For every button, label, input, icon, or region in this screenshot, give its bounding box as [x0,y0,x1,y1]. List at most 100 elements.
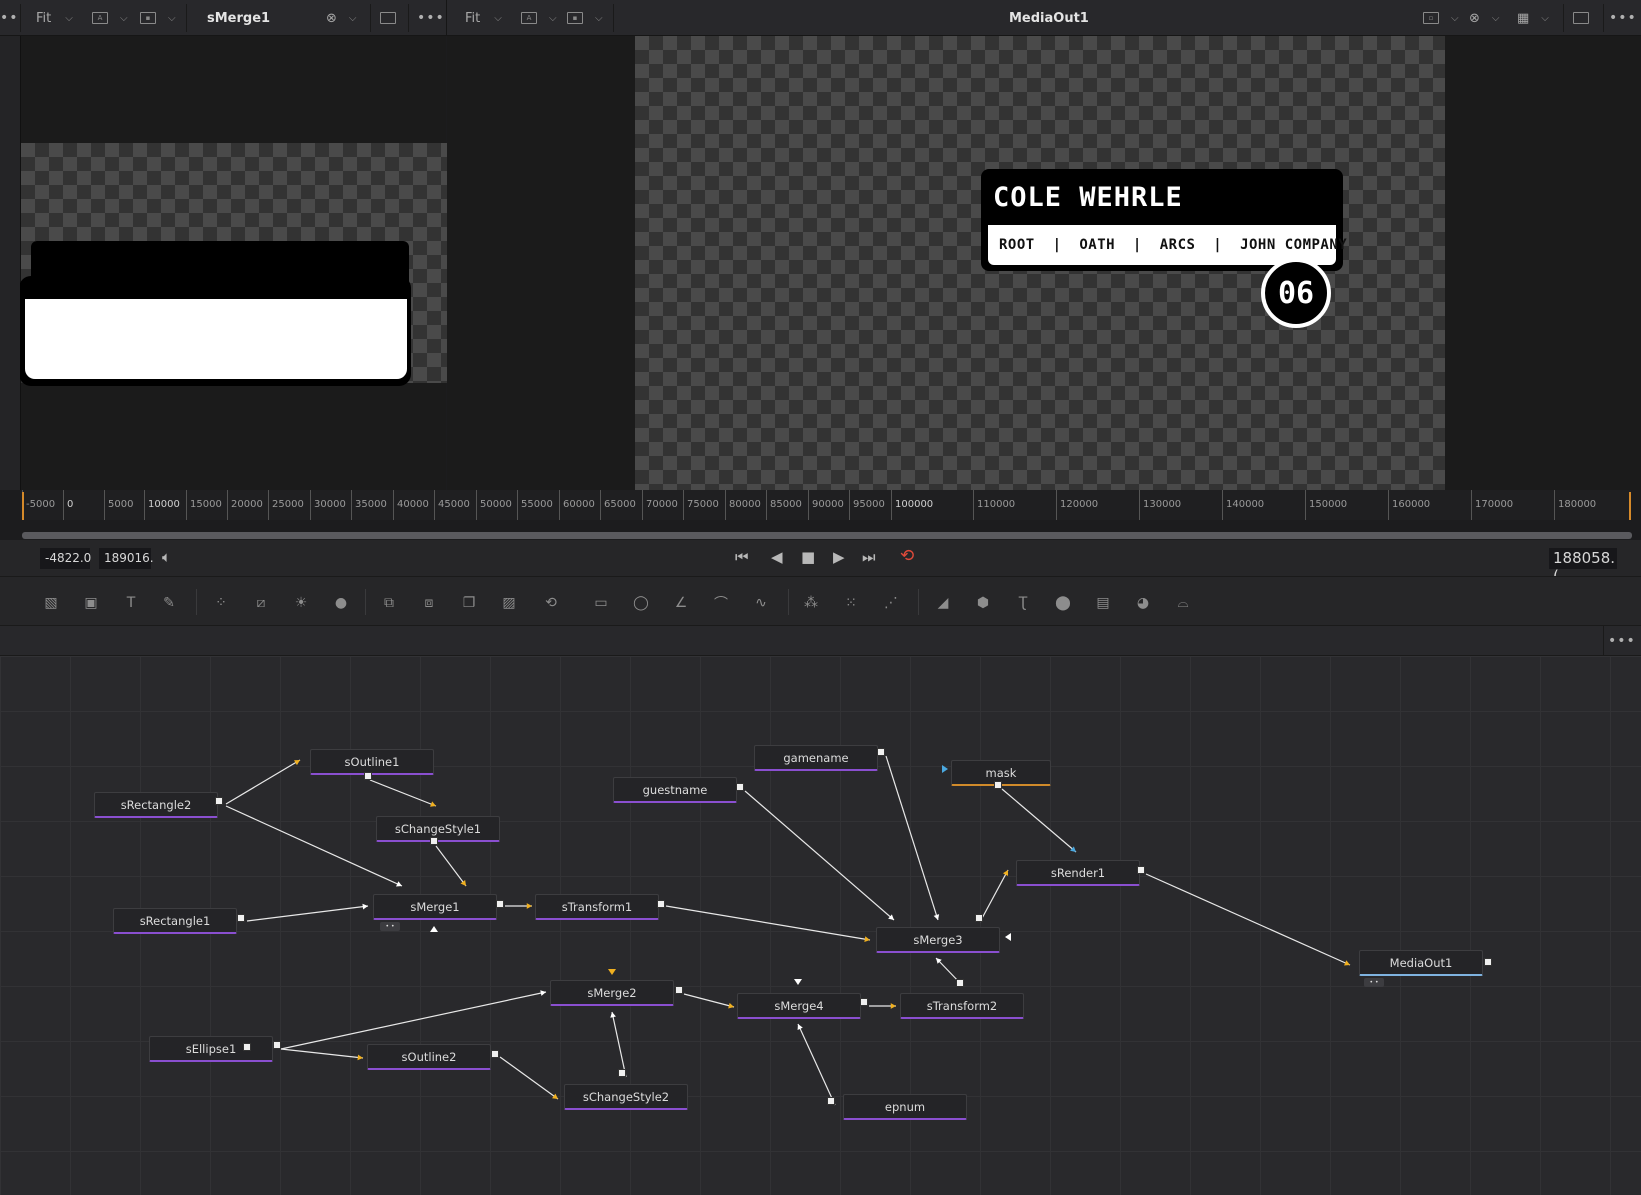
left-more-options[interactable]: ••• [417,0,445,36]
node-output-port[interactable] [215,797,223,805]
node-output-port[interactable] [657,900,665,908]
node-schangestyle2[interactable]: sChangeStyle2 [564,1084,688,1110]
node-connection-wire[interactable] [665,905,871,941]
left-fit-dropdown[interactable]: Fit ⌵ [36,0,73,36]
go-to-end-icon[interactable]: ⏭︎ [862,548,876,566]
node-output-port[interactable] [956,979,964,987]
text-icon[interactable]: T [120,593,142,613]
blur-drop-icon[interactable]: ● [330,593,352,613]
node-connection-wire[interactable] [1001,788,1077,853]
node-stransform2[interactable]: sTransform2 [900,993,1024,1019]
node-smerge1[interactable]: sMerge1 [373,894,497,920]
right-color-dropdown[interactable]: ⊗ ⌵ [1469,0,1500,36]
node-mediaout1[interactable]: MediaOut1 [1359,950,1483,976]
node-connection-wire[interactable] [797,1023,836,1106]
node-connection-wire[interactable] [683,993,735,1008]
node-soutline2[interactable]: sOutline2 [367,1044,491,1070]
play-forward-icon[interactable]: ▶︎ [833,548,845,566]
node-connection-wire[interactable] [1145,873,1351,966]
camera-3d-icon[interactable]: ⌓ [1172,593,1194,613]
loader-icon[interactable]: ▨ [498,593,520,613]
particle-render-icon[interactable]: ⁙ [840,593,862,613]
transform-icon[interactable]: ⟲ [540,593,562,613]
node-output-port[interactable] [877,748,885,756]
node-output-port[interactable] [273,1041,281,1049]
node-schangestyle1[interactable]: sChangeStyle1 [376,816,500,842]
node-input-arrow-icon[interactable] [526,903,532,909]
node-connection-wire[interactable] [979,869,1009,923]
right-single-view-button[interactable] [1573,0,1589,36]
go-to-start-icon[interactable]: ⏮︎ [735,548,749,566]
node-input-arrow-icon[interactable] [728,1002,734,1009]
node-output-port[interactable] [496,900,504,908]
node-epnum[interactable]: epnum [843,1094,967,1120]
background-icon[interactable]: ▧ [40,593,62,613]
right-grid-dropdown[interactable]: ▦ ⌵ [1517,0,1549,36]
node-srectangle2[interactable]: sRectangle2 [94,792,218,818]
node-output-port[interactable] [675,986,683,994]
node-input-arrow-icon[interactable] [357,1054,363,1061]
node-output-port[interactable] [237,914,245,922]
light-3d-icon[interactable]: ◕ [1132,593,1154,613]
node-connection-wire[interactable] [885,755,939,921]
node-smerge4[interactable]: sMerge4 [737,993,861,1019]
merge-3d-icon[interactable]: ⬤ [1052,593,1074,613]
particle-style-icon[interactable]: ⋰ [880,593,902,613]
renderer-3d-icon[interactable]: ▤ [1092,593,1114,613]
node-connection-wire[interactable] [246,905,369,922]
crop-icon[interactable]: ▭ [590,593,612,613]
node-output-port[interactable] [430,837,438,845]
wave-icon[interactable]: ∿ [750,593,772,613]
node-editor-more-options[interactable]: ••• [1608,626,1636,656]
node-input-arrow-icon[interactable] [430,926,438,932]
node-editor[interactable]: sOutline1 sRectangle2 sChangeStyle1 sRectan… [0,656,1641,1195]
node-input-arrow-icon[interactable] [890,1003,896,1009]
global-start-time[interactable]: -4822.0 [40,548,91,569]
node-input-arrow-icon[interactable] [942,765,948,773]
node-output-port[interactable] [364,772,372,780]
node-smerge2[interactable]: sMerge2 [550,980,674,1006]
node-input-arrow-icon[interactable] [610,1012,616,1018]
right-viewer[interactable]: COLE WEHRLE ROOT | OATH | ARCS | JOHN CO… [447,36,1641,490]
node-input-arrow-icon[interactable] [1005,933,1011,941]
panel-menu-dots[interactable]: •• [0,0,19,36]
node-sellipse1[interactable]: sEllipse1 [149,1036,273,1062]
left-lut-dropdown[interactable]: ▪ ⌵ [140,0,176,36]
node-connection-wire[interactable] [225,759,301,805]
left-color-dropdown[interactable]: ⊗ ⌵ [326,0,357,36]
node-input-arrow-icon[interactable] [864,936,870,942]
play-reverse-icon[interactable]: ◀︎ [771,548,783,566]
node-gamename[interactable]: gamename [754,745,878,771]
node-output-port[interactable] [618,1069,626,1077]
image-icon[interactable]: ▣ [80,593,102,613]
node-output-port[interactable] [491,1050,499,1058]
right-lut-dropdown[interactable]: ▪ ⌵ [567,0,603,36]
node-output-port[interactable] [1484,958,1492,966]
node-connection-wire[interactable] [435,845,467,887]
polygon-mask-icon[interactable]: ∠ [670,593,692,613]
node-srender1[interactable]: sRender1 [1016,860,1140,886]
node-output-port[interactable] [975,914,983,922]
node-thumbnail-toggle-icon[interactable]: • • [1364,978,1384,987]
current-time[interactable]: 188058.( [1549,548,1617,585]
particle-emitter-icon[interactable]: ⁂ [800,593,822,613]
node-thumbnail-toggle-icon[interactable]: • • [380,922,400,931]
node-connection-wire[interactable] [280,1048,364,1059]
stop-icon[interactable]: ■ [801,548,815,566]
node-output-port[interactable] [1137,866,1145,874]
right-fit-dropdown[interactable]: Fit ⌵ [465,0,502,36]
node-connection-wire[interactable] [369,779,437,807]
node-input-arrow-icon[interactable] [794,979,802,985]
node-stransform1[interactable]: sTransform1 [535,894,659,920]
render-range-start-marker[interactable] [22,492,24,520]
node-connection-wire[interactable] [499,1056,559,1100]
right-roi-dropdown[interactable]: A ⌵ [521,0,557,36]
loop-icon[interactable]: ⟲ [900,546,914,566]
node-input-arrow-icon[interactable] [552,1093,558,1099]
time-slider-track[interactable] [22,532,1632,539]
node-soutline1[interactable]: sOutline1 [310,749,434,775]
matte-control-icon[interactable]: ❐ [458,593,480,613]
paint-icon[interactable]: ✎ [158,593,180,613]
render-range-end-marker[interactable] [1629,492,1631,520]
brightness-icon[interactable]: ☀ [290,593,312,613]
